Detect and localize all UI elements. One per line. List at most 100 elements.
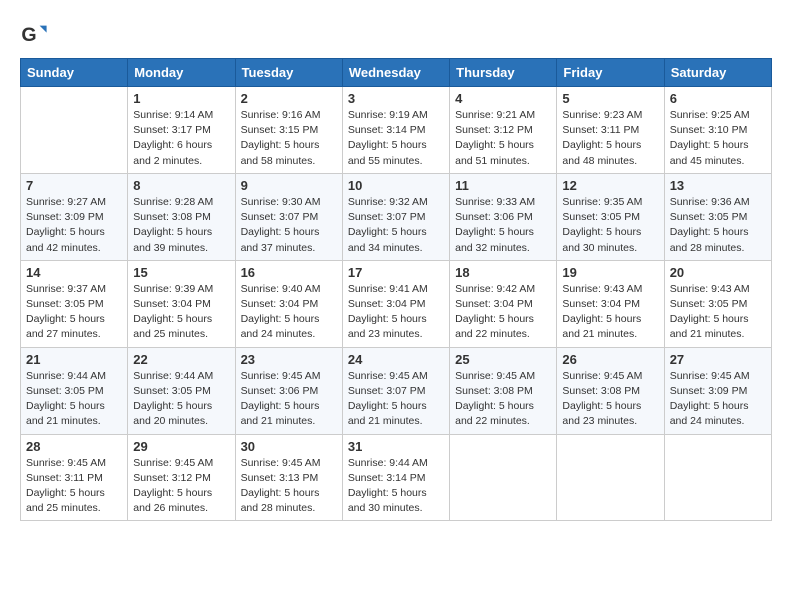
- day-number: 25: [455, 352, 551, 367]
- day-info: Sunrise: 9:33 AM Sunset: 3:06 PM Dayligh…: [455, 195, 551, 256]
- day-number: 3: [348, 91, 444, 106]
- weekday-header-row: SundayMondayTuesdayWednesdayThursdayFrid…: [21, 59, 772, 87]
- day-number: 12: [562, 178, 658, 193]
- calendar-cell: 9Sunrise: 9:30 AM Sunset: 3:07 PM Daylig…: [235, 173, 342, 260]
- day-number: 14: [26, 265, 122, 280]
- day-number: 24: [348, 352, 444, 367]
- day-number: 10: [348, 178, 444, 193]
- calendar-cell: 7 Sunrise: 9:27 AM Sunset: 3:09 PM Daylig…: [21, 173, 128, 260]
- day-number: 28: [26, 439, 122, 454]
- day-info: Sunrise: 9:45 AM Sunset: 3:12 PM Dayligh…: [133, 456, 229, 517]
- day-number: 17: [348, 265, 444, 280]
- weekday-header-friday: Friday: [557, 59, 664, 87]
- calendar-cell: 16 Sunrise: 9:40 AM Sunset: 3:04 PM Dayli…: [235, 260, 342, 347]
- day-info: Sunrise: 9:43 AM Sunset: 3:04 PM Dayligh…: [562, 282, 658, 343]
- day-number: 29: [133, 439, 229, 454]
- weekday-header-sunday: Sunday: [21, 59, 128, 87]
- day-number: 1: [133, 91, 229, 106]
- calendar-cell: 17 Sunrise: 9:41 AM Sunset: 3:04 PM Dayli…: [342, 260, 449, 347]
- calendar-cell: 22 Sunrise: 9:44 AM Sunset: 3:05 PM Dayli…: [128, 347, 235, 434]
- calendar-cell: 5 Sunrise: 9:23 AM Sunset: 3:11 PM Daylig…: [557, 87, 664, 174]
- day-info: Sunrise: 9:45 AM Sunset: 3:07 PM Dayligh…: [348, 369, 444, 430]
- day-info: Sunrise: 9:45 AM Sunset: 3:06 PM Dayligh…: [241, 369, 337, 430]
- calendar-cell: 4 Sunrise: 9:21 AM Sunset: 3:12 PM Daylig…: [450, 87, 557, 174]
- day-number: 13: [670, 178, 766, 193]
- day-info: Sunrise: 9:39 AM Sunset: 3:04 PM Dayligh…: [133, 282, 229, 343]
- day-info: Sunrise: 9:25 AM Sunset: 3:10 PM Dayligh…: [670, 108, 766, 169]
- calendar-cell: 20 Sunrise: 9:43 AM Sunset: 3:05 PM Dayli…: [664, 260, 771, 347]
- day-info: Sunrise: 9:45 AM Sunset: 3:09 PM Dayligh…: [670, 369, 766, 430]
- day-number: 6: [670, 91, 766, 106]
- weekday-header-thursday: Thursday: [450, 59, 557, 87]
- day-info: Sunrise: 9:45 AM Sunset: 3:08 PM Dayligh…: [455, 369, 551, 430]
- calendar-cell: 8Sunrise: 9:28 AM Sunset: 3:08 PM Daylig…: [128, 173, 235, 260]
- day-info: Sunrise: 9:45 AM Sunset: 3:11 PM Dayligh…: [26, 456, 122, 517]
- day-number: 5: [562, 91, 658, 106]
- day-info: Sunrise: 9:16 AM Sunset: 3:15 PM Dayligh…: [241, 108, 337, 169]
- day-info: Sunrise: 9:21 AM Sunset: 3:12 PM Dayligh…: [455, 108, 551, 169]
- day-info: Sunrise: 9:28 AM Sunset: 3:08 PM Dayligh…: [133, 195, 229, 256]
- calendar-cell: [21, 87, 128, 174]
- page-header: G: [20, 20, 772, 48]
- svg-text:G: G: [21, 24, 36, 46]
- calendar-cell: 29 Sunrise: 9:45 AM Sunset: 3:12 PM Dayli…: [128, 434, 235, 521]
- calendar-cell: [557, 434, 664, 521]
- day-number: 11: [455, 178, 551, 193]
- day-info: Sunrise: 9:41 AM Sunset: 3:04 PM Dayligh…: [348, 282, 444, 343]
- calendar-cell: 6 Sunrise: 9:25 AM Sunset: 3:10 PM Daylig…: [664, 87, 771, 174]
- calendar-week-5: 28 Sunrise: 9:45 AM Sunset: 3:11 PM Dayli…: [21, 434, 772, 521]
- day-number: 26: [562, 352, 658, 367]
- day-info: Sunrise: 9:42 AM Sunset: 3:04 PM Dayligh…: [455, 282, 551, 343]
- calendar-cell: 19 Sunrise: 9:43 AM Sunset: 3:04 PM Dayli…: [557, 260, 664, 347]
- calendar-cell: 11 Sunrise: 9:33 AM Sunset: 3:06 PM Dayli…: [450, 173, 557, 260]
- calendar-cell: 31Sunrise: 9:44 AM Sunset: 3:14 PM Dayli…: [342, 434, 449, 521]
- day-info: Sunrise: 9:43 AM Sunset: 3:05 PM Dayligh…: [670, 282, 766, 343]
- calendar-cell: 24 Sunrise: 9:45 AM Sunset: 3:07 PM Dayli…: [342, 347, 449, 434]
- day-info: Sunrise: 9:30 AM Sunset: 3:07 PM Dayligh…: [241, 195, 337, 256]
- day-info: Sunrise: 9:32 AM Sunset: 3:07 PM Dayligh…: [348, 195, 444, 256]
- day-info: Sunrise: 9:45 AM Sunset: 3:08 PM Dayligh…: [562, 369, 658, 430]
- day-info: Sunrise: 9:37 AM Sunset: 3:05 PM Dayligh…: [26, 282, 122, 343]
- calendar-cell: 28 Sunrise: 9:45 AM Sunset: 3:11 PM Dayli…: [21, 434, 128, 521]
- day-number: 22: [133, 352, 229, 367]
- calendar-cell: 1 Sunrise: 9:14 AM Sunset: 3:17 PM Daylig…: [128, 87, 235, 174]
- calendar-cell: [450, 434, 557, 521]
- day-info: Sunrise: 9:14 AM Sunset: 3:17 PM Dayligh…: [133, 108, 229, 169]
- day-info: Sunrise: 9:35 AM Sunset: 3:05 PM Dayligh…: [562, 195, 658, 256]
- day-number: 15: [133, 265, 229, 280]
- weekday-header-wednesday: Wednesday: [342, 59, 449, 87]
- calendar-cell: 26 Sunrise: 9:45 AM Sunset: 3:08 PM Dayli…: [557, 347, 664, 434]
- day-number: 21: [26, 352, 122, 367]
- calendar-cell: 21 Sunrise: 9:44 AM Sunset: 3:05 PM Dayli…: [21, 347, 128, 434]
- calendar-cell: [664, 434, 771, 521]
- day-number: 4: [455, 91, 551, 106]
- day-number: 16: [241, 265, 337, 280]
- day-number: 23: [241, 352, 337, 367]
- calendar-cell: 13 Sunrise: 9:36 AM Sunset: 3:05 PM Dayli…: [664, 173, 771, 260]
- day-info: Sunrise: 9:36 AM Sunset: 3:05 PM Dayligh…: [670, 195, 766, 256]
- weekday-header-saturday: Saturday: [664, 59, 771, 87]
- calendar-cell: 30Sunrise: 9:45 AM Sunset: 3:13 PM Dayli…: [235, 434, 342, 521]
- day-info: Sunrise: 9:40 AM Sunset: 3:04 PM Dayligh…: [241, 282, 337, 343]
- calendar-cell: 18 Sunrise: 9:42 AM Sunset: 3:04 PM Dayli…: [450, 260, 557, 347]
- calendar-table: SundayMondayTuesdayWednesdayThursdayFrid…: [20, 58, 772, 521]
- calendar-cell: 2Sunrise: 9:16 AM Sunset: 3:15 PM Daylig…: [235, 87, 342, 174]
- day-number: 18: [455, 265, 551, 280]
- calendar-week-3: 14 Sunrise: 9:37 AM Sunset: 3:05 PM Dayli…: [21, 260, 772, 347]
- day-number: 31: [348, 439, 444, 454]
- day-number: 20: [670, 265, 766, 280]
- day-info: Sunrise: 9:23 AM Sunset: 3:11 PM Dayligh…: [562, 108, 658, 169]
- day-number: 7: [26, 178, 122, 193]
- day-info: Sunrise: 9:44 AM Sunset: 3:05 PM Dayligh…: [133, 369, 229, 430]
- calendar-cell: 15 Sunrise: 9:39 AM Sunset: 3:04 PM Dayli…: [128, 260, 235, 347]
- logo-icon: G: [20, 20, 48, 48]
- day-info: Sunrise: 9:27 AM Sunset: 3:09 PM Dayligh…: [26, 195, 122, 256]
- calendar-cell: 23 Sunrise: 9:45 AM Sunset: 3:06 PM Dayli…: [235, 347, 342, 434]
- day-info: Sunrise: 9:44 AM Sunset: 3:05 PM Dayligh…: [26, 369, 122, 430]
- day-number: 19: [562, 265, 658, 280]
- calendar-cell: 14 Sunrise: 9:37 AM Sunset: 3:05 PM Dayli…: [21, 260, 128, 347]
- calendar-cell: 3Sunrise: 9:19 AM Sunset: 3:14 PM Daylig…: [342, 87, 449, 174]
- calendar-week-2: 7 Sunrise: 9:27 AM Sunset: 3:09 PM Daylig…: [21, 173, 772, 260]
- calendar-cell: 27Sunrise: 9:45 AM Sunset: 3:09 PM Dayli…: [664, 347, 771, 434]
- weekday-header-tuesday: Tuesday: [235, 59, 342, 87]
